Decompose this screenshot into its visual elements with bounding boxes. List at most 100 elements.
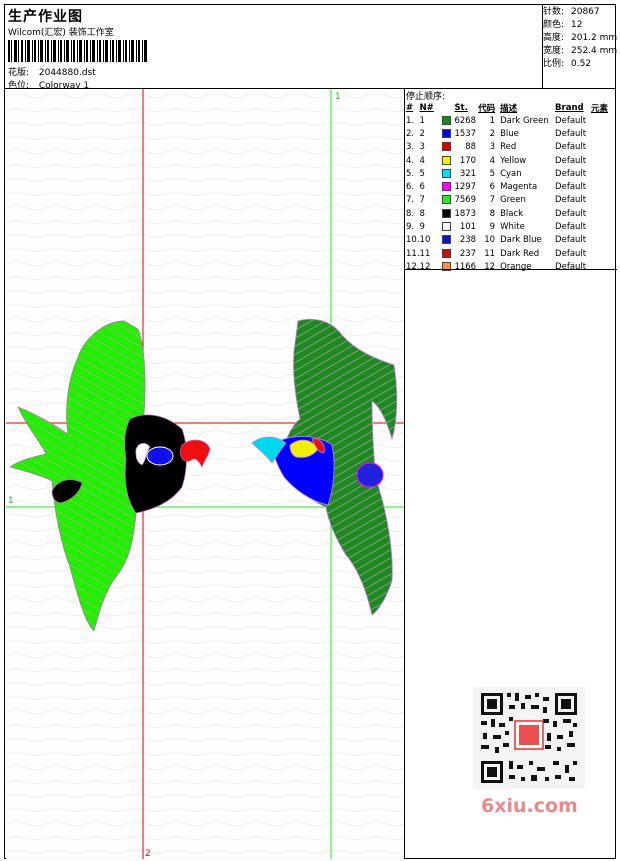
row-stitches: 321 [459, 168, 477, 179]
color-swatch [442, 141, 454, 154]
row-description: Red [500, 142, 517, 153]
row-code: 10 [484, 235, 496, 246]
stat-colors: 颜色: 12 [543, 20, 583, 30]
color-swatch [442, 154, 454, 167]
row-element [591, 114, 616, 127]
table-row: 7. 7 7569 7 Green Default [406, 194, 616, 207]
row-element [591, 247, 616, 260]
row-code: 3 [489, 142, 496, 153]
row-code: 7 [489, 195, 496, 206]
row-description: Magenta [500, 182, 538, 193]
table-row: 1. 1 6268 1 Dark Green Default [406, 114, 616, 127]
row-brand: Default [555, 115, 587, 126]
row-description: Black [500, 208, 524, 219]
color-swatch [442, 247, 454, 260]
embroidery-preview: 2 1 1 [6, 89, 404, 859]
color-swatch [442, 234, 454, 247]
barcode [8, 40, 147, 62]
row-description: Dark Green [500, 115, 549, 126]
row-code: 6 [489, 182, 496, 193]
row-brand: Default [555, 222, 587, 233]
row-element [591, 234, 616, 247]
row-needle: 11 [419, 248, 431, 259]
col-code: 代码 [478, 103, 496, 114]
row-code: 8 [489, 208, 496, 219]
stat-scale: 比例: 0.52 [543, 59, 592, 69]
row-needle: 12 [419, 261, 431, 272]
row-brand: Default [555, 182, 587, 193]
row-index: 7. [406, 195, 415, 206]
table-row: 9. 9 101 9 White Default [406, 220, 616, 233]
table-row: 5. 5 321 5 Cyan Default [406, 167, 616, 180]
row-needle: 8 [419, 208, 425, 219]
row-stitches: 7569 [454, 195, 477, 206]
row-description: Orange [500, 261, 532, 272]
row-element [591, 260, 616, 273]
row-brand: Default [555, 142, 587, 153]
color-swatch-box [442, 182, 452, 192]
row-code: 4 [489, 155, 496, 166]
stat-height: 高度: 201.2 mm [543, 33, 618, 43]
row-index: 5. [406, 168, 415, 179]
row-stitches: 237 [459, 248, 477, 259]
design-label: 花版: [8, 68, 30, 78]
company-name: Wilcom(汇宏) 装饰工作室 [8, 28, 114, 38]
qr-code-image [473, 687, 585, 789]
green-guide-marker-left: 1 [8, 496, 14, 506]
row-brand: Default [555, 208, 587, 219]
row-element [591, 141, 616, 154]
table-row: 2. 2 1537 2 Blue Default [406, 127, 616, 140]
row-description: Dark Blue [500, 235, 542, 246]
row-index: 8. [406, 208, 415, 219]
row-needle: 5 [419, 168, 425, 179]
color-swatch [442, 167, 454, 180]
row-code: 11 [484, 248, 496, 259]
color-swatch-box [442, 208, 452, 218]
row-brand: Default [555, 155, 587, 166]
color-swatch [442, 127, 454, 140]
row-needle: 6 [419, 182, 425, 193]
row-needle: 9 [419, 222, 425, 233]
row-element [591, 180, 616, 193]
row-stitches: 1537 [454, 128, 477, 139]
color-swatch [442, 260, 454, 273]
table-row: 11. 11 237 11 Dark Red Default [406, 247, 616, 260]
col-description: 描述 [500, 103, 518, 114]
row-needle: 1 [419, 115, 425, 126]
col-index: # [406, 102, 414, 113]
color-swatch-box [442, 155, 452, 165]
color-swatch-box [442, 222, 452, 232]
row-description: Blue [500, 128, 519, 139]
design-file-row: 花版: 2044880.dst [8, 65, 96, 78]
table-row: 10. 10 238 10 Dark Blue Default [406, 234, 616, 247]
row-stitches: 170 [459, 155, 477, 166]
row-stitches: 6268 [454, 115, 477, 126]
row-needle: 4 [419, 155, 425, 166]
row-element [591, 207, 616, 220]
table-row: 6. 6 1297 6 Magenta Default [406, 180, 616, 193]
row-needle: 2 [419, 128, 425, 139]
red-guide-marker: 2 [145, 849, 151, 859]
color-swatch-box [442, 195, 452, 205]
color-swatch-box [442, 115, 452, 125]
col-needle: N# [419, 102, 434, 113]
color-swatch [442, 220, 454, 233]
row-index: 11. [406, 248, 420, 259]
row-description: White [500, 222, 525, 233]
row-stitches: 238 [459, 235, 477, 246]
color-swatch [442, 207, 454, 220]
table-row: 12. 12 1166 12 Orange Default [406, 260, 616, 273]
row-description: Dark Red [500, 248, 540, 259]
row-code: 12 [484, 261, 496, 272]
row-index: 1. [406, 115, 415, 126]
row-element [591, 127, 616, 140]
row-code: 9 [489, 222, 496, 233]
col-brand: Brand [555, 102, 584, 113]
design-preview-canvas[interactable]: 2 1 1 [6, 89, 404, 859]
row-element [591, 154, 616, 167]
row-element [591, 167, 616, 180]
color-swatch [442, 114, 454, 127]
row-index: 12. [406, 261, 420, 272]
col-stitches: St. [454, 102, 468, 113]
row-stitches: 1297 [454, 182, 477, 193]
